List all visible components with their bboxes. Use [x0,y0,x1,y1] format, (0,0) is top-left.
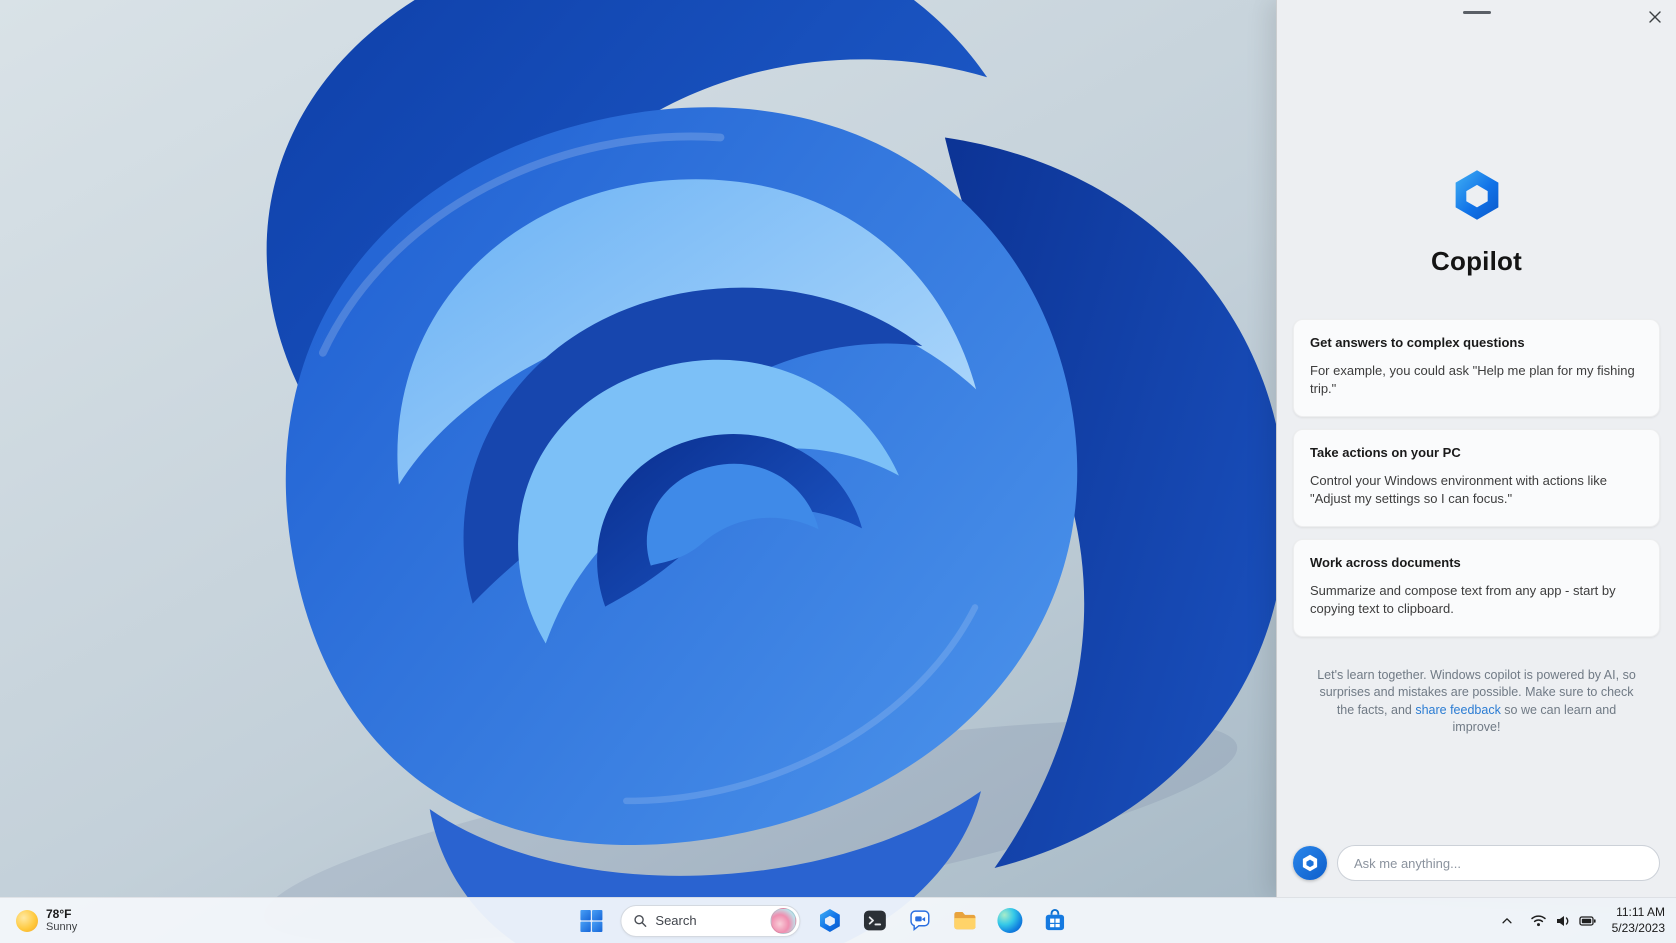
minimize-button[interactable] [1462,11,1491,14]
share-feedback-link[interactable]: share feedback [1415,703,1500,717]
copilot-branding: Copilot [1277,168,1676,277]
file-explorer-button[interactable] [944,901,984,941]
system-tray: 11:11 AM 5/23/2023 [1493,901,1672,940]
suggestion-card-actions[interactable]: Take actions on your PC Control your Win… [1293,428,1660,527]
clock-widget[interactable]: 11:11 AM 5/23/2023 [1605,902,1672,940]
copilot-logo-icon [1455,170,1498,220]
start-button[interactable] [571,901,611,941]
chevron-up-icon [1502,917,1512,923]
copilot-title: Copilot [1431,246,1522,276]
search-icon [634,914,647,927]
copilot-panel-header [1277,0,1676,30]
taskbar: 78°F Sunny Search 11:11 AM 5/23/2023 [0,897,1676,943]
weather-temperature: 78°F [46,906,72,921]
clock-date: 5/23/2023 [1611,920,1665,935]
card-title: Work across documents [1310,554,1461,570]
sun-icon [16,909,38,932]
search-label: Search [655,913,697,928]
tray-overflow-button[interactable] [1493,902,1521,940]
suggestion-cards: Get answers to complex questions For exa… [1277,319,1676,637]
suggestion-card-documents[interactable]: Work across documents Summarize and comp… [1293,538,1660,637]
close-button[interactable] [1642,4,1668,30]
disclaimer-text: Let's learn together. Windows copilot is… [1315,667,1638,737]
file-explorer-icon [953,912,975,930]
copilot-icon [819,909,840,932]
weather-text: 78°F Sunny [46,907,77,935]
search-box[interactable]: Search [620,904,801,937]
search-daily-image[interactable] [770,907,797,934]
quick-settings-button[interactable] [1523,902,1603,940]
close-icon [1649,11,1661,23]
taskbar-center: Search [571,901,1074,940]
clock: 11:11 AM 5/23/2023 [1612,905,1665,936]
microsoft-store-button[interactable] [1034,901,1074,941]
edge-button[interactable] [989,901,1029,941]
copilot-taskbar-button[interactable] [809,901,849,941]
card-body: Control your Windows environment with ac… [1310,472,1607,507]
terminal-button[interactable] [854,901,894,941]
copilot-input-row [1277,845,1676,897]
copilot-panel: Copilot Get answers to complex questions… [1276,0,1676,897]
weather-condition: Sunny [46,921,78,934]
desktop-screen: Copilot Get answers to complex questions… [0,0,1676,943]
copilot-icon [1302,854,1318,872]
card-title: Get answers to complex questions [1310,335,1525,350]
copilot-input-logo-button[interactable] [1293,846,1327,880]
suggestion-card-answers[interactable]: Get answers to complex questions For exa… [1293,319,1660,417]
chat-icon [909,910,929,931]
wifi-icon [1530,915,1546,927]
clock-time: 11:11 AM [1616,904,1665,919]
chat-button[interactable] [899,901,939,941]
card-body: For example, you could ask "Help me plan… [1310,363,1635,397]
card-title: Take actions on your PC [1310,444,1461,460]
copilot-ask-input[interactable] [1337,845,1660,881]
edge-icon [996,908,1022,933]
volume-icon [1556,915,1569,926]
windows-logo-icon [580,909,603,932]
microsoft-store-icon [1045,909,1064,931]
terminal-icon [863,910,886,931]
weather-widget[interactable]: 78°F Sunny [6,901,87,940]
card-body: Summarize and compose text from any app … [1310,582,1616,617]
battery-icon [1578,915,1596,926]
